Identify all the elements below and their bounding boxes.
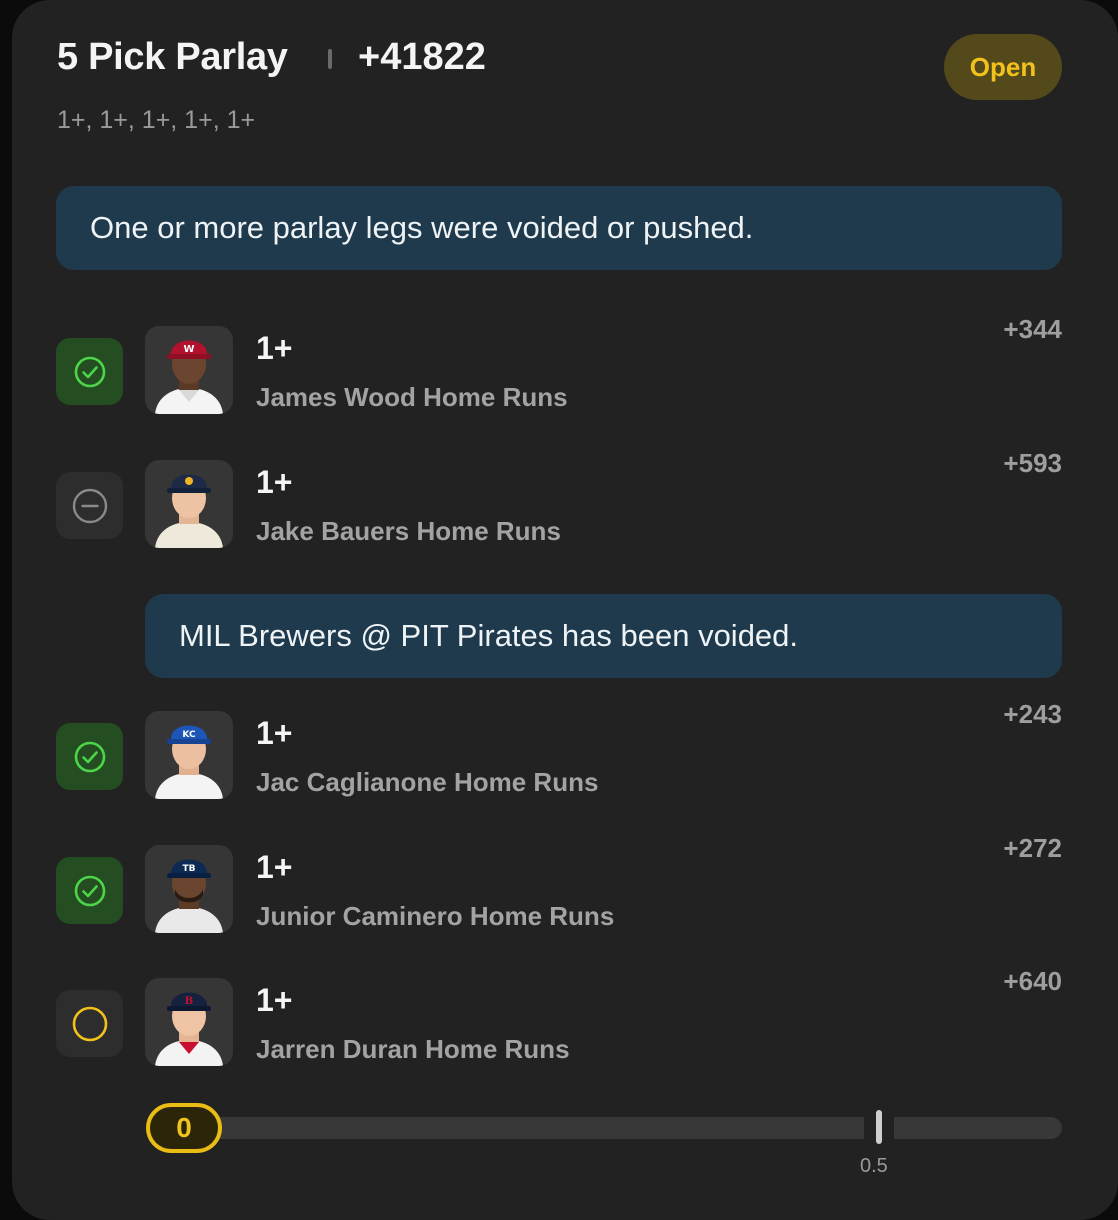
player-avatar: KC [145,711,233,799]
leg-status-pending [56,990,123,1057]
player-avatar [145,460,233,548]
parlay-leg[interactable]: TB 1+ Junior Caminero Home Runs +272 [12,833,1118,935]
leg-odds: +243 [1003,699,1062,729]
parlay-leg[interactable]: W 1+ James Wood Home Runs +344 [12,314,1118,416]
svg-text:TB: TB [183,864,196,874]
leg-status-won [56,338,123,405]
player-avatar: TB [145,845,233,933]
leg-odds: +640 [1003,966,1062,996]
minus-circle-icon [72,488,107,523]
progress-marker-label: 0.5 [860,1155,888,1177]
brewers-cap-icon [155,474,223,548]
svg-text:KC: KC [182,730,196,740]
leg-odds: +593 [1003,448,1062,478]
royals-cap-icon: KC [155,725,223,799]
player-avatar: B [145,978,233,1066]
void-push-notice: One or more parlay legs were voided or p… [56,186,1062,270]
rays-cap-icon: TB [155,859,223,933]
leg-market: James Wood Home Runs [256,382,568,412]
leg-line: 1+ [256,849,293,885]
progress-current-value: 0 [146,1103,222,1153]
check-circle-icon [74,875,105,906]
leg-line: 1+ [256,464,293,500]
game-voided-notice: MIL Brewers @ PIT Pirates has been voide… [145,594,1062,678]
leg-market: Jake Bauers Home Runs [256,516,561,546]
red-sox-cap-icon: B [155,992,223,1066]
nationals-cap-icon: W [155,340,223,414]
empty-circle-icon [72,1006,107,1041]
leg-line: 1+ [256,982,293,1018]
leg-market: Jarren Duran Home Runs [256,1034,570,1064]
parlay-leg[interactable]: KC 1+ Jac Caglianone Home Runs +243 [12,699,1118,801]
leg-status-won [56,857,123,924]
leg-status-won [56,723,123,790]
parlay-leg[interactable]: B 1+ Jarren Duran Home Runs +640 [12,966,1118,1068]
parlay-title: 5 Pick Parlay [57,36,288,78]
check-circle-icon [74,741,105,772]
status-badge: Open [944,34,1062,100]
leg-market: Jac Caglianone Home Runs [256,767,599,797]
check-circle-icon [74,356,105,387]
parlay-leg[interactable]: 1+ Jake Bauers Home Runs +593 [12,448,1118,550]
progress-track [182,1117,1062,1139]
svg-text:W: W [183,344,194,355]
leg-market: Junior Caminero Home Runs [256,901,615,931]
parlay-odds: +41822 [358,36,486,78]
leg-line: 1+ [256,715,293,751]
parlay-legs-summary: 1+, 1+, 1+, 1+, 1+ [57,106,256,134]
svg-text:B: B [185,996,193,1007]
leg-odds: +344 [1003,314,1062,344]
leg-odds: +272 [1003,833,1062,863]
leg-status-void [56,472,123,539]
header-divider [328,49,332,69]
progress-marker [876,1110,882,1144]
parlay-card: 5 Pick Parlay +41822 1+, 1+, 1+, 1+, 1+ … [12,0,1118,1220]
leg-line: 1+ [256,330,293,366]
player-avatar: W [145,326,233,414]
